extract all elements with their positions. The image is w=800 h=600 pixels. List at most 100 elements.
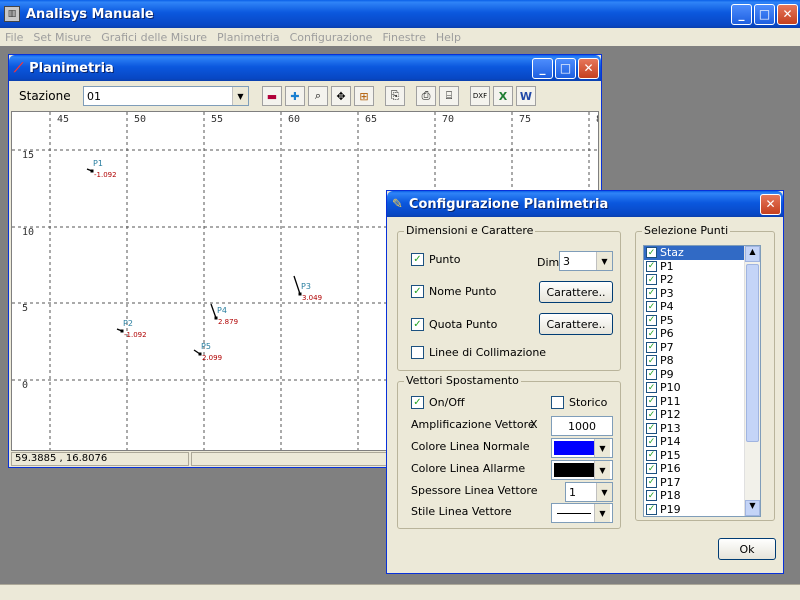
list-item-label: P1 (660, 259, 674, 273)
quota-punto-checkbox[interactable]: ✓ Quota Punto (411, 318, 497, 331)
list-item[interactable]: ✓ P8 (644, 354, 744, 368)
list-item[interactable]: ✓ Staz (644, 246, 744, 260)
print-icon[interactable]: ⎙ (416, 86, 436, 106)
stile-select[interactable]: ▼ (551, 503, 613, 523)
colore-allarme-select[interactable]: ▼ (551, 460, 613, 480)
x-tick-label: 8 (596, 114, 599, 125)
punto-checkbox[interactable]: ✓ Punto (411, 253, 460, 266)
x-tick-label: 60 (288, 114, 300, 125)
list-item[interactable]: ✓ P5 (644, 314, 744, 328)
amplificazione-label: Amplificazione Vettore (411, 418, 535, 431)
menu-finestre[interactable]: Finestre (377, 31, 430, 44)
plan-maximize-button[interactable]: □ (555, 57, 576, 79)
plan-toolbar: Stazione 01 ▼ ▬ ✚ ⌕ ✥ ⊞ ⎘ ⎙ ⌸ DXF X W (9, 81, 601, 111)
config-dialog: ✎ Configurazione Planimetria ✕ Dimension… (386, 190, 784, 574)
plan-close-button[interactable]: ✕ (578, 57, 599, 79)
list-item-label: P14 (660, 435, 681, 449)
point-value: 2.099 (202, 354, 222, 362)
list-item[interactable]: ✓ P13 (644, 422, 744, 436)
zoom-out-icon[interactable]: ▬ (262, 86, 282, 106)
menu-bar: File Set Misure Grafici delle Misure Pla… (0, 28, 800, 46)
dim-value: 3 (563, 254, 570, 268)
list-item[interactable]: ✓ P11 (644, 395, 744, 409)
menu-planimetria[interactable]: Planimetria (212, 31, 285, 44)
list-item[interactable]: ✓ P17 (644, 476, 744, 490)
list-item[interactable]: ✓ P1 (644, 260, 744, 274)
plan-minimize-button[interactable]: _ (532, 57, 553, 79)
excel-icon[interactable]: X (493, 86, 513, 106)
amplificazione-input[interactable]: 1000 (551, 416, 613, 436)
storico-label: Storico (569, 396, 608, 409)
coords-text: 59.3885 , 16.8076 (15, 453, 108, 464)
onoff-label: On/Off (429, 396, 465, 409)
list-item[interactable]: ✓ P16 (644, 462, 744, 476)
checkmark-icon: ✓ (646, 247, 657, 259)
list-item-label: P7 (660, 340, 674, 354)
dxf-icon[interactable]: DXF (470, 86, 490, 106)
carattere-quota-button[interactable]: Carattere.. (539, 313, 613, 335)
dim-select[interactable]: 3 ▼ (559, 251, 613, 271)
preview-icon[interactable]: ⌸ (439, 86, 459, 106)
list-item-label: P17 (660, 475, 681, 489)
onoff-checkbox[interactable]: ✓ On/Off (411, 396, 465, 409)
chevron-down-icon: ▼ (596, 483, 612, 501)
list-item[interactable]: ✓ P14 (644, 435, 744, 449)
list-item-label: Staz (660, 246, 684, 260)
zoom-in-icon[interactable]: ✚ (285, 86, 305, 106)
menu-file[interactable]: File (0, 31, 28, 44)
list-item[interactable]: ✓ P19 (644, 503, 744, 517)
point-name: P3 (301, 282, 311, 291)
pan-icon[interactable]: ✥ (331, 86, 351, 106)
nome-punto-checkbox[interactable]: ✓ Nome Punto (411, 285, 496, 298)
menu-configurazione[interactable]: Configurazione (285, 31, 378, 44)
scroll-thumb[interactable] (746, 264, 759, 442)
list-item-label: P11 (660, 394, 681, 408)
carattere-nome-button[interactable]: Carattere.. (539, 281, 613, 303)
displacement-vector (210, 303, 217, 319)
list-item[interactable]: ✓ P10 (644, 381, 744, 395)
menu-grafici[interactable]: Grafici delle Misure (96, 31, 212, 44)
list-item[interactable]: ✓ P12 (644, 408, 744, 422)
chart-icon: ⟋ (14, 60, 24, 76)
storico-checkbox[interactable]: Storico (551, 396, 607, 409)
spessore-value: 1 (569, 485, 576, 499)
checkmark-icon: ✓ (646, 341, 657, 353)
spessore-select[interactable]: 1 ▼ (565, 482, 613, 502)
list-item[interactable]: ✓ P4 (644, 300, 744, 314)
list-item[interactable]: ✓ P3 (644, 287, 744, 301)
magnify-icon[interactable]: ⌕ (308, 86, 328, 106)
word-icon[interactable]: W (516, 86, 536, 106)
list-item[interactable]: ✓ P2 (644, 273, 744, 287)
menu-set-misure[interactable]: Set Misure (28, 31, 96, 44)
scroll-down-icon[interactable]: ▼ (745, 500, 760, 516)
maximize-button[interactable]: □ (754, 3, 775, 25)
points-list[interactable]: ✓ Staz ✓ P1 ✓ P2 ✓ P3 ✓ P4 ✓ P5 ✓ P6 ✓ P7 ✓ P8 ✓ P9 ✓ P10 ✓ P11… (643, 245, 761, 517)
ok-button[interactable]: Ok (718, 538, 776, 560)
list-item[interactable]: ✓ P15 (644, 449, 744, 463)
chevron-down-icon: ▼ (594, 461, 610, 479)
list-item-label: P8 (660, 354, 674, 368)
x-tick-label: 65 (365, 114, 377, 125)
menu-help[interactable]: Help (431, 31, 466, 44)
station-select[interactable]: 01 ▼ (83, 86, 249, 106)
config-close-button[interactable]: ✕ (760, 193, 781, 215)
linee-collimazione-checkbox[interactable]: Linee di Collimazione (411, 346, 546, 359)
checkmark-icon: ✓ (646, 503, 657, 515)
list-item[interactable]: ✓ P6 (644, 327, 744, 341)
scroll-up-icon[interactable]: ▲ (745, 246, 760, 262)
list-item[interactable]: ✓ P9 (644, 368, 744, 382)
list-item[interactable]: ✓ P7 (644, 341, 744, 355)
grid-icon[interactable]: ⊞ (354, 86, 374, 106)
point-name: P2 (123, 319, 133, 328)
coords-readout: 59.3885 , 16.8076 (11, 452, 189, 466)
empty-checkbox-icon (551, 396, 564, 409)
point-name: P1 (93, 159, 103, 168)
colore-normale-select[interactable]: ▼ (551, 438, 613, 458)
close-button[interactable]: ✕ (777, 3, 798, 25)
y-tick-label: 5 (22, 303, 28, 314)
line-style-sample (557, 512, 591, 514)
points-list-scrollbar[interactable]: ▲ ▼ (744, 246, 760, 516)
minimize-button[interactable]: _ (731, 3, 752, 25)
list-item[interactable]: ✓ P18 (644, 489, 744, 503)
export-icon[interactable]: ⎘ (385, 86, 405, 106)
